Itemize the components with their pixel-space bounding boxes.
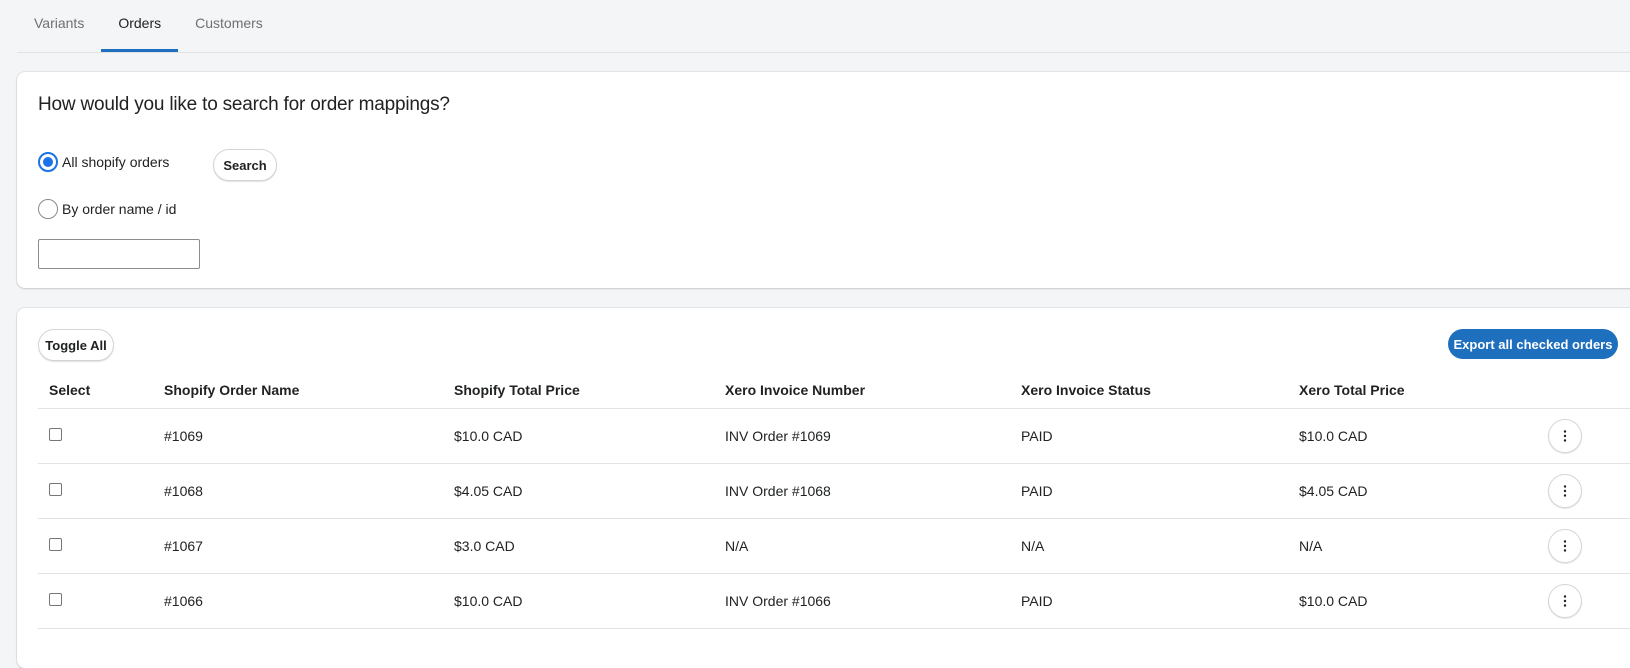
search-card: How would you like to search for order m…	[17, 72, 1630, 288]
invoice-number-cell: INV Order #1069	[725, 428, 831, 444]
more-vertical-icon	[1563, 595, 1567, 607]
radio-all-orders[interactable]: All shopify orders	[38, 152, 169, 172]
invoice-status-cell: PAID	[1021, 428, 1053, 444]
export-checked-orders-button[interactable]: Export all checked orders	[1448, 329, 1618, 359]
order-name-cell: #1069	[164, 428, 203, 444]
row-select-checkbox[interactable]	[49, 537, 62, 551]
order-name-cell: #1067	[164, 538, 203, 554]
column-header-shopify-total-price: Shopify Total Price	[454, 381, 580, 398]
row-select-checkbox[interactable]	[49, 482, 62, 496]
invoice-status-cell: PAID	[1021, 593, 1053, 609]
more-vertical-icon	[1563, 485, 1567, 497]
invoice-status-cell: N/A	[1021, 538, 1045, 554]
row-actions-button[interactable]	[1548, 529, 1582, 563]
invoice-number-cell: INV Order #1066	[725, 593, 831, 609]
orders-card: Toggle All Export all checked orders Sel…	[17, 308, 1630, 668]
column-header-shopify-order-name: Shopify Order Name	[164, 381, 300, 398]
tab-variants[interactable]: Variants	[17, 0, 101, 52]
table-row: #1069 $10.0 CAD INV Order #1069 PAID $10…	[38, 409, 1630, 464]
shopify-total-cell: $3.0 CAD	[454, 538, 515, 554]
shopify-total-cell: $4.05 CAD	[454, 483, 523, 499]
invoice-status-cell: PAID	[1021, 483, 1053, 499]
tab-customers[interactable]: Customers	[178, 0, 280, 52]
table-header: Select Shopify Order Name Shopify Total …	[38, 373, 1630, 409]
invoice-number-cell: INV Order #1068	[725, 483, 831, 499]
table-row: #1066 $10.0 CAD INV Order #1066 PAID $10…	[38, 574, 1630, 629]
xero-total-cell: $10.0 CAD	[1299, 593, 1368, 609]
radio-by-order-name-label: By order name / id	[62, 201, 177, 217]
orders-table: Select Shopify Order Name Shopify Total …	[38, 373, 1630, 629]
column-header-xero-total-price: Xero Total Price	[1299, 381, 1405, 398]
order-name-input[interactable]	[38, 239, 200, 269]
more-vertical-icon	[1563, 430, 1567, 442]
xero-total-cell: $4.05 CAD	[1299, 483, 1368, 499]
invoice-number-cell: N/A	[725, 538, 749, 554]
radio-by-order-name[interactable]: By order name / id	[38, 199, 176, 219]
table-row: #1067 $3.0 CAD N/A N/A N/A	[38, 519, 1630, 574]
order-name-cell: #1068	[164, 483, 203, 499]
radio-button-unselected[interactable]	[38, 199, 58, 219]
row-actions-button[interactable]	[1548, 474, 1582, 508]
column-header-select: Select	[49, 381, 91, 398]
column-header-xero-invoice-status: Xero Invoice Status	[1021, 381, 1151, 398]
tab-orders[interactable]: Orders	[101, 0, 178, 52]
xero-total-cell: $10.0 CAD	[1299, 428, 1368, 444]
radio-all-orders-label: All shopify orders	[62, 154, 170, 170]
search-heading: How would you like to search for order m…	[38, 94, 450, 115]
row-actions-button[interactable]	[1548, 584, 1582, 618]
shopify-total-cell: $10.0 CAD	[454, 428, 523, 444]
table-row: #1068 $4.05 CAD INV Order #1068 PAID $4.…	[38, 464, 1630, 519]
toggle-all-button[interactable]: Toggle All	[38, 329, 114, 361]
search-button[interactable]: Search	[213, 149, 277, 181]
row-select-checkbox[interactable]	[49, 427, 62, 441]
shopify-total-cell: $10.0 CAD	[454, 593, 523, 609]
column-header-xero-invoice-number: Xero Invoice Number	[725, 381, 866, 398]
more-vertical-icon	[1563, 540, 1567, 552]
tab-bar: Variants Orders Customers	[17, 0, 1630, 53]
radio-button-selected[interactable]	[38, 152, 58, 172]
order-name-cell: #1066	[164, 593, 203, 609]
row-actions-button[interactable]	[1548, 419, 1582, 453]
row-select-checkbox[interactable]	[49, 592, 62, 606]
xero-total-cell: N/A	[1299, 538, 1323, 554]
